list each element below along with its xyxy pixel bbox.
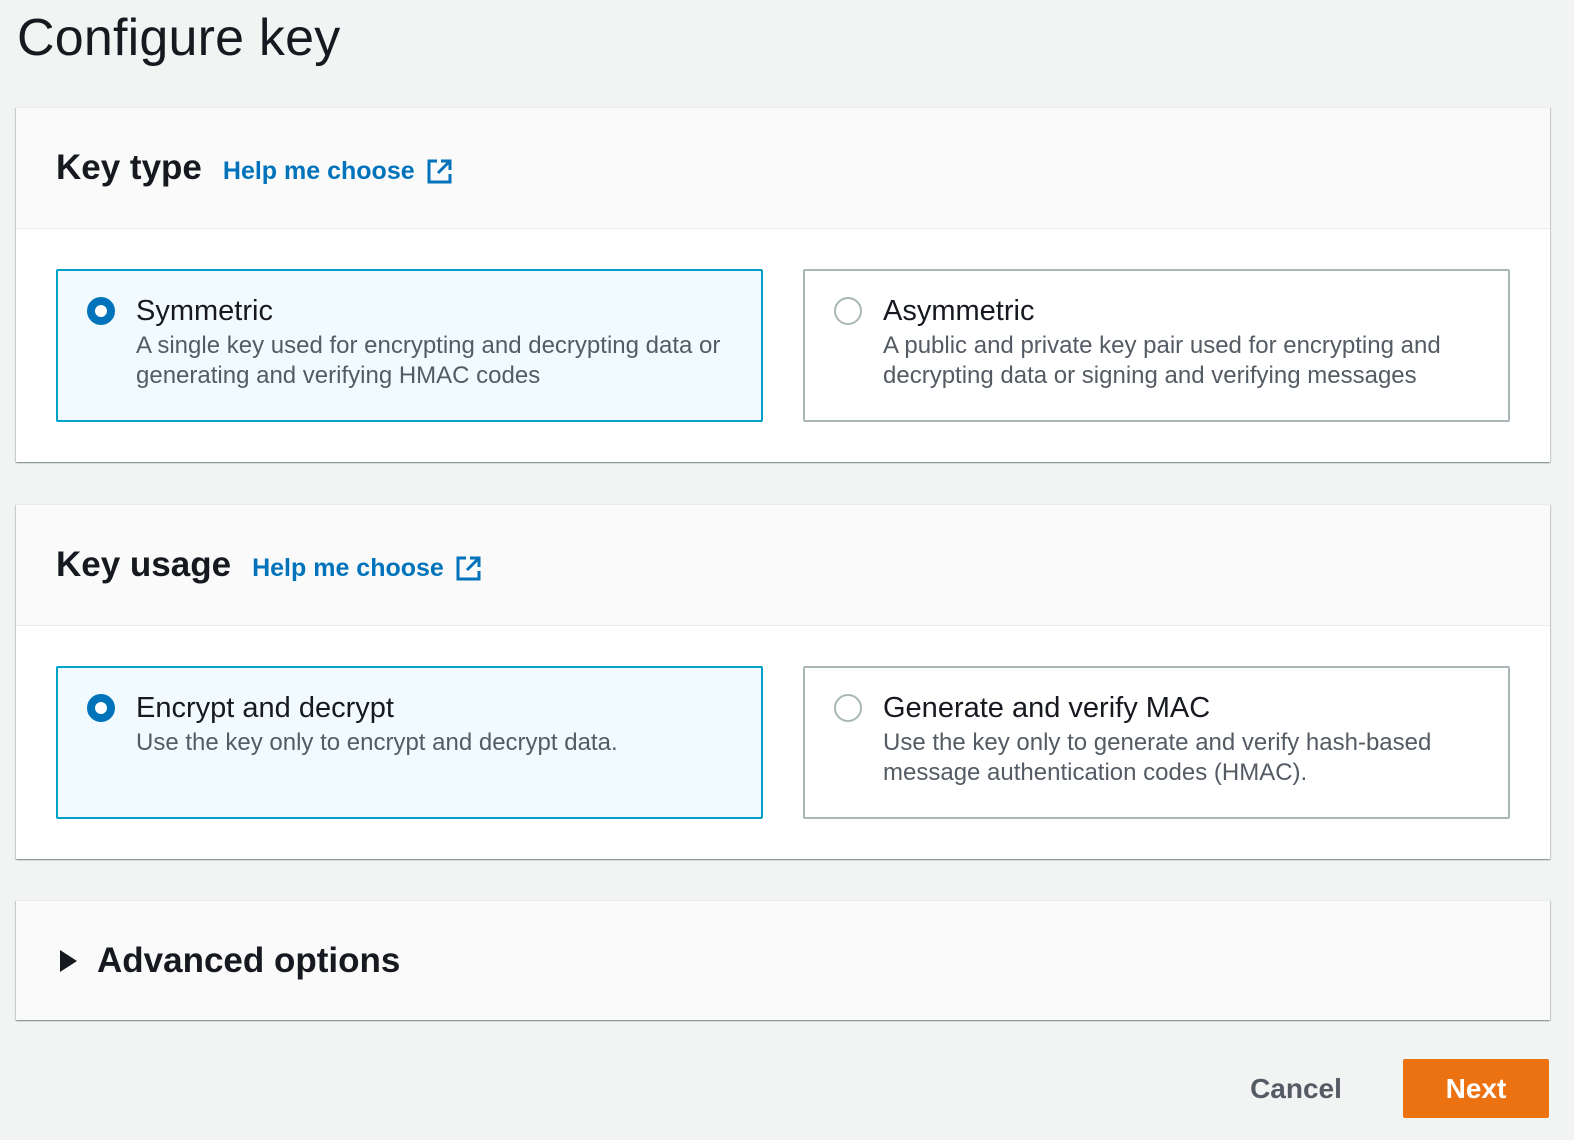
advanced-options-expander[interactable]: Advanced options bbox=[16, 900, 1550, 1020]
option-description: Use the key only to encrypt and decrypt … bbox=[136, 729, 618, 756]
advanced-options-label: Advanced options bbox=[97, 940, 401, 980]
key-type-option-symmetric[interactable]: Symmetric A single key used for encrypti… bbox=[56, 269, 763, 422]
option-label: Encrypt and decrypt bbox=[136, 692, 394, 724]
help-link-label: Help me choose bbox=[252, 553, 444, 582]
key-usage-options: Encrypt and decrypt Use the key only to … bbox=[16, 626, 1550, 859]
external-link-icon bbox=[456, 556, 481, 580]
key-usage-title: Key usage bbox=[56, 545, 232, 584]
key-type-help-link[interactable]: Help me choose bbox=[223, 157, 454, 186]
next-button[interactable]: Next bbox=[1403, 1059, 1549, 1118]
key-type-options: Symmetric A single key used for encrypti… bbox=[16, 229, 1550, 462]
radio-unchecked-icon[interactable] bbox=[834, 694, 862, 722]
external-link-icon bbox=[427, 159, 452, 183]
option-label: Symmetric bbox=[136, 295, 273, 327]
cancel-button[interactable]: Cancel bbox=[1230, 1060, 1362, 1117]
key-type-title: Key type bbox=[56, 148, 202, 187]
page-title: Configure key bbox=[17, 9, 341, 67]
radio-checked-icon[interactable] bbox=[87, 297, 115, 325]
caret-right-icon bbox=[60, 949, 77, 972]
option-description: A single key used for encrypting and dec… bbox=[136, 332, 721, 389]
key-usage-panel: Key usage Help me choose Encrypt and dec… bbox=[16, 504, 1550, 859]
option-label: Asymmetric bbox=[883, 295, 1035, 327]
key-usage-header: Key usage Help me choose bbox=[16, 505, 1550, 626]
key-type-header: Key type Help me choose bbox=[16, 108, 1550, 229]
key-type-option-asymmetric[interactable]: Asymmetric A public and private key pair… bbox=[803, 269, 1510, 422]
option-description: A public and private key pair used for e… bbox=[883, 332, 1441, 389]
key-type-panel: Key type Help me choose Symmetric A sing… bbox=[16, 107, 1550, 462]
option-label: Generate and verify MAC bbox=[883, 692, 1211, 724]
radio-unchecked-icon[interactable] bbox=[834, 297, 862, 325]
key-usage-help-link[interactable]: Help me choose bbox=[252, 554, 483, 583]
help-link-label: Help me choose bbox=[222, 156, 415, 185]
key-usage-option-encrypt-decrypt[interactable]: Encrypt and decrypt Use the key only to … bbox=[56, 666, 763, 819]
radio-checked-icon[interactable] bbox=[87, 694, 115, 722]
option-description: Use the key only to generate and verify … bbox=[883, 729, 1432, 786]
key-usage-option-generate-verify-mac[interactable]: Generate and verify MAC Use the key only… bbox=[803, 666, 1510, 819]
